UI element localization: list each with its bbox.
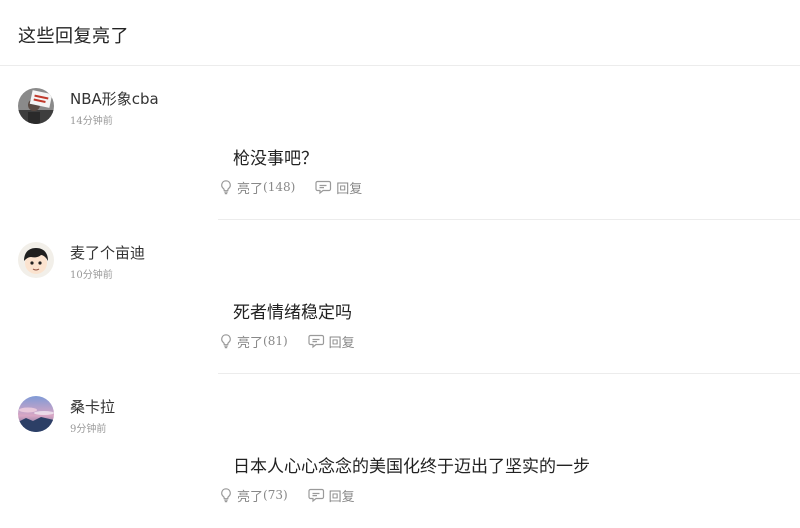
reply-text: 枪没事吧？ xyxy=(233,149,318,169)
like-label: 亮了 xyxy=(237,335,264,351)
reply-label: 回复 xyxy=(328,335,355,351)
reply-label: 回复 xyxy=(328,489,355,505)
like-count: (81) xyxy=(263,334,288,348)
reply-button[interactable]: 回复 xyxy=(308,332,355,351)
lightbulb-icon xyxy=(218,487,237,503)
lightbulb-icon xyxy=(218,333,237,349)
reply-button[interactable]: 回复 xyxy=(308,486,355,505)
reply-text: 死者情绪稳定吗 xyxy=(233,303,352,323)
user-name[interactable]: 桑卡拉 xyxy=(70,396,115,417)
reply-label: 回复 xyxy=(336,181,363,197)
reply-text: 日本人心心念念的美国化终于迈出了坚实的一步 xyxy=(233,457,590,477)
like-label: 亮了 xyxy=(237,181,264,197)
like-label: 亮了 xyxy=(237,489,264,505)
like-button[interactable]: 亮了 (148) xyxy=(218,178,295,197)
user-name[interactable]: NBA形象cba xyxy=(70,88,159,109)
reply-time: 10分钟前 xyxy=(70,270,113,281)
reply-time: 9分钟前 xyxy=(70,424,107,435)
user-avatar[interactable] xyxy=(18,242,54,278)
like-button[interactable]: 亮了 (81) xyxy=(218,332,288,351)
user-avatar[interactable] xyxy=(18,88,54,124)
reply-time: 14分钟前 xyxy=(70,116,113,127)
section-header: 这些回复亮了 xyxy=(0,0,800,66)
reply-item: 麦了个亩迪 10分钟前 死者情绪稳定吗 亮了 (81) 回复 xyxy=(0,220,800,374)
chat-bubble-icon xyxy=(308,487,329,503)
user-avatar[interactable] xyxy=(18,396,54,432)
reply-item: NBA形象cba 14分钟前 枪没事吧？ 亮了 (148) 回复 xyxy=(0,66,800,220)
lightbulb-icon xyxy=(218,179,237,195)
reply-actions: 亮了 (148) 回复 xyxy=(218,176,362,198)
like-count: (73) xyxy=(263,488,288,502)
reply-button[interactable]: 回复 xyxy=(315,178,362,197)
user-name[interactable]: 麦了个亩迪 xyxy=(70,242,145,263)
reply-actions: 亮了 (73) 回复 xyxy=(218,484,355,506)
like-button[interactable]: 亮了 (73) xyxy=(218,486,288,505)
chat-bubble-icon xyxy=(308,333,329,349)
section-title: 这些回复亮了 xyxy=(18,26,129,47)
reply-item: 桑卡拉 9分钟前 日本人心心念念的美国化终于迈出了坚实的一步 亮了 (73) 回… xyxy=(0,374,800,528)
like-count: (148) xyxy=(263,180,296,194)
chat-bubble-icon xyxy=(315,179,336,195)
reply-actions: 亮了 (81) 回复 xyxy=(218,330,355,352)
